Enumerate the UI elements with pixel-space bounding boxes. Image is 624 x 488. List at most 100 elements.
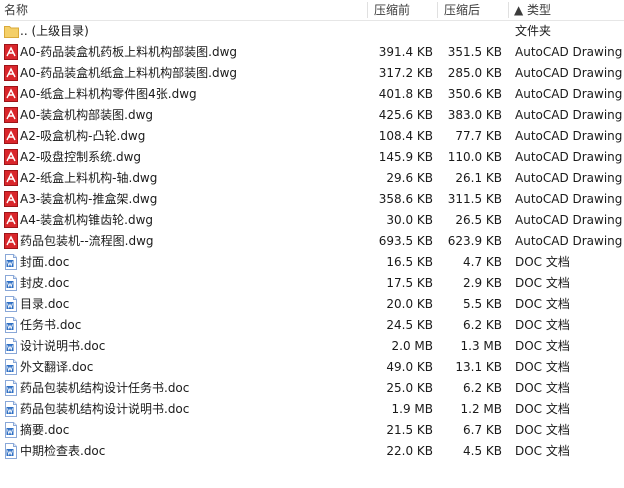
file-name: 封面.doc [20,255,70,269]
size-after: 4.7 KB [463,255,502,269]
size-after: 5.5 KB [463,297,502,311]
file-row[interactable]: 外文翻译.doc 49.0 KB 13.1 KB DOC 文档 [0,357,624,378]
file-type: DOC 文档 [515,444,570,458]
column-after-header[interactable]: 压缩后 [444,0,480,20]
file-name-cell: A3-装盒机构-推盒架.dwg [4,189,368,210]
size-after: 623.9 KB [447,234,502,248]
file-row[interactable]: 中期检查表.doc 22.0 KB 4.5 KB DOC 文档 [0,441,624,462]
file-name-cell: A0-药品装盒机药板上料机构部装图.dwg [4,42,368,63]
file-type: AutoCAD Drawing [515,108,623,122]
file-row[interactable]: 药品包装机结构设计任务书.doc 25.0 KB 6.2 KB DOC 文档 [0,378,624,399]
size-after: 26.1 KB [455,171,502,185]
size-after: 2.9 KB [463,276,502,290]
file-row[interactable]: A2-吸盘控制系统.dwg 145.9 KB 110.0 KB AutoCAD Dra… [0,147,624,168]
file-name: 摘要.doc [20,423,70,437]
file-row[interactable]: 封面.doc 16.5 KB 4.7 KB DOC 文档 [0,252,624,273]
file-type: DOC 文档 [515,318,570,332]
file-row[interactable]: 封皮.doc 17.5 KB 2.9 KB DOC 文档 [0,273,624,294]
file-row[interactable]: 药品包装机结构设计说明书.doc 1.9 MB 1.2 MB DOC 文档 [0,399,624,420]
doc-icon [4,296,18,312]
file-name-cell: A2-纸盒上料机构-轴.dwg [4,168,368,189]
size-before: 24.5 KB [386,318,433,332]
file-name: 药品包装机结构设计说明书.doc [20,402,190,416]
file-name: A0-药品装盒机药板上料机构部装图.dwg [20,45,238,59]
size-before: 16.5 KB [386,255,433,269]
doc-icon [4,254,18,270]
file-row[interactable]: 设计说明书.doc 2.0 MB 1.3 MB DOC 文档 [0,336,624,357]
doc-icon [4,422,18,438]
size-before: 317.2 KB [378,66,433,80]
file-type: AutoCAD Drawing [515,150,623,164]
doc-icon [4,401,18,417]
file-row[interactable]: A0-药品装盒机纸盒上料机构部装图.dwg 317.2 KB 285.0 KB Aut… [0,63,624,84]
file-list: .. (上级目录) 文件夹 A0-药品装盒机药板上料机构部装图.dwg 391.4… [0,21,624,462]
file-name-cell: A0-纸盒上料机构零件图4张.dwg [4,84,368,105]
file-row[interactable]: A3-装盒机构-推盒架.dwg 358.6 KB 311.5 KB AutoCAD D… [0,189,624,210]
file-row[interactable]: A2-纸盒上料机构-轴.dwg 29.6 KB 26.1 KB AutoCAD Dra… [0,168,624,189]
file-name: 药品包装机结构设计任务书.doc [20,381,190,395]
file-row[interactable]: 摘要.doc 21.5 KB 6.7 KB DOC 文档 [0,420,624,441]
file-name: A2-吸盒机构-凸轮.dwg [20,129,146,143]
file-name-cell: 任务书.doc [4,315,368,336]
parent-directory-row[interactable]: .. (上级目录) 文件夹 [0,21,624,42]
size-before: 108.4 KB [378,129,433,143]
file-row[interactable]: 任务书.doc 24.5 KB 6.2 KB DOC 文档 [0,315,624,336]
column-divider[interactable] [508,2,509,18]
file-row[interactable]: A0-药品装盒机药板上料机构部装图.dwg 391.4 KB 351.5 KB Aut… [0,42,624,63]
file-name: A2-纸盒上料机构-轴.dwg [20,171,158,185]
column-before-header[interactable]: 压缩前 [374,0,410,20]
file-name: 任务书.doc [20,318,82,332]
doc-icon [4,359,18,375]
file-row[interactable]: 药品包装机--流程图.dwg 693.5 KB 623.9 KB AutoCAD Dr… [0,231,624,252]
dwg-icon [4,128,18,144]
file-type: DOC 文档 [515,360,570,374]
size-before: 145.9 KB [378,150,433,164]
file-type: DOC 文档 [515,276,570,290]
file-type: AutoCAD Drawing [515,87,623,101]
file-name-cell: A2-吸盘控制系统.dwg [4,147,368,168]
dwg-icon [4,86,18,102]
file-row[interactable]: A4-装盒机构锥齿轮.dwg 30.0 KB 26.5 KB AutoCAD Draw… [0,210,624,231]
file-name-cell: 摘要.doc [4,420,368,441]
size-before: 29.6 KB [386,171,433,185]
dwg-icon [4,191,18,207]
column-divider[interactable] [367,2,368,18]
column-name-header[interactable]: 名称 [4,0,28,20]
file-name: A3-装盒机构-推盒架.dwg [20,192,158,206]
file-name-cell: A2-吸盒机构-凸轮.dwg [4,126,368,147]
size-before: 693.5 KB [378,234,433,248]
file-name-cell: 封皮.doc [4,273,368,294]
dwg-icon [4,44,18,60]
size-after: 383.0 KB [447,108,502,122]
size-before: 1.9 MB [391,402,433,416]
size-before: 25.0 KB [386,381,433,395]
doc-icon [4,338,18,354]
file-type: DOC 文档 [515,402,570,416]
column-divider[interactable] [437,2,438,18]
file-name: A0-装盒机构部装图.dwg [20,108,154,122]
size-after: 311.5 KB [447,192,502,206]
size-before: 17.5 KB [386,276,433,290]
dwg-icon [4,233,18,249]
size-before: 30.0 KB [386,213,433,227]
file-row[interactable]: 目录.doc 20.0 KB 5.5 KB DOC 文档 [0,294,624,315]
column-type-header[interactable]: ▲ 类型 [514,0,551,20]
file-name-cell: A4-装盒机构锥齿轮.dwg [4,210,368,231]
dwg-icon [4,212,18,228]
size-before: 425.6 KB [378,108,433,122]
size-after: 6.7 KB [463,423,502,437]
dwg-icon [4,107,18,123]
file-name: 封皮.doc [20,276,70,290]
size-after: 1.2 MB [460,402,502,416]
file-type: DOC 文档 [515,381,570,395]
file-row[interactable]: A0-纸盒上料机构零件图4张.dwg 401.8 KB 350.6 KB AutoCA… [0,84,624,105]
size-after: 4.5 KB [463,444,502,458]
size-before: 21.5 KB [386,423,433,437]
file-row[interactable]: A0-装盒机构部装图.dwg 425.6 KB 383.0 KB AutoCAD Dr… [0,105,624,126]
size-before: 391.4 KB [378,45,433,59]
file-name-cell: 封面.doc [4,252,368,273]
file-name-cell: 目录.doc [4,294,368,315]
file-name: .. (上级目录) [20,24,89,38]
file-row[interactable]: A2-吸盒机构-凸轮.dwg 108.4 KB 77.7 KB AutoCAD Dra… [0,126,624,147]
file-name-cell: A0-装盒机构部装图.dwg [4,105,368,126]
